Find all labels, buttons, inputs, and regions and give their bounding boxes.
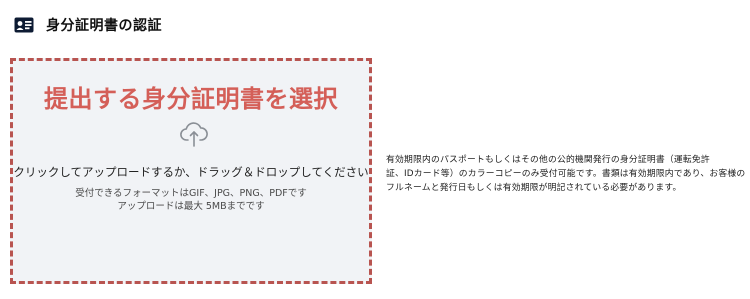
accepted-formats-text: 受付できるフォーマットはGIF、JPG、PNG、PDFです xyxy=(75,188,307,199)
max-file-size-text: アップロードは最大 5MBまでです xyxy=(117,201,265,212)
section-header: 身分証明書の認証 xyxy=(14,14,162,36)
id-card-icon xyxy=(14,17,34,33)
note-line: 有効期限内のパスポートもしくはその他の公的機関発行の身分証明書（運転免許 xyxy=(386,155,710,165)
file-upload-dropzone[interactable]: 提出する身分証明書を選択 クリックしてアップロードするか、ドラッグ＆ドロップして… xyxy=(10,58,372,284)
page-title: 身分証明書の認証 xyxy=(46,18,162,34)
id-verification-page: 身分証明書の認証 提出する身分証明書を選択 クリックしてアップロードするか、ドラ… xyxy=(0,0,750,299)
document-requirements-note: 有効期限内のパスポートもしくはその他の公的機関発行の身分証明書（運転免許 証、I… xyxy=(386,153,746,195)
dropzone-title: 提出する身分証明書を選択 xyxy=(44,85,338,113)
dropzone-instruction: クリックしてアップロードするか、ドラッグ＆ドロップしてください xyxy=(13,165,369,179)
cloud-upload-icon xyxy=(179,119,209,149)
note-line: 証、IDカード等）のカラーコピーのみ受付可能です。書類は有効期限内であり、お客様… xyxy=(386,169,746,179)
note-line: フルネームと発行日もしくは有効期限が明記されている必要があります。 xyxy=(386,183,682,193)
